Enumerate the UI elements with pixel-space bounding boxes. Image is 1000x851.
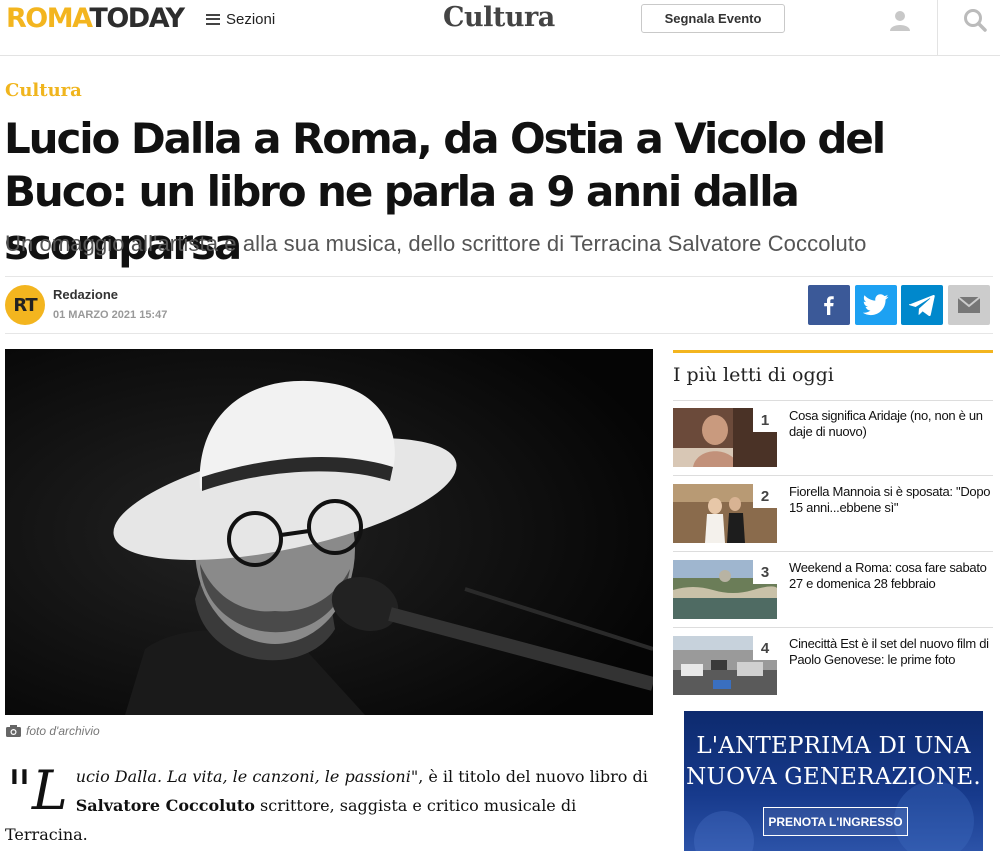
most-read-item[interactable]: 2 Fiorella Mannoia si è sposata: "Dopo 1… (673, 484, 993, 546)
ad-cta-button[interactable]: PRENOTA L'INGRESSO (763, 807, 908, 836)
divider (5, 333, 993, 334)
hamburger-icon (206, 13, 220, 25)
facebook-icon (824, 296, 834, 315)
logo-today: TODAY (89, 3, 185, 34)
image-caption: foto d'archivio (6, 724, 100, 738)
most-read-headline[interactable]: Weekend a Roma: cosa fare sabato 27 e do… (789, 560, 993, 592)
body-text-1: , è il titolo del nuovo libro di (418, 767, 648, 786)
top-navigation-bar: ROMATODAY Sezioni Cultura Segnala Evento (0, 0, 1000, 56)
twitter-icon (863, 294, 889, 316)
drop-cap: "L (7, 759, 68, 822)
most-read-headline[interactable]: Fiorella Mannoia si è sposata: "Dopo 15 … (789, 484, 993, 516)
article-subtitle: Un omaggio all'artista e alla sua musica… (5, 231, 867, 256)
rank-number: 3 (753, 560, 777, 584)
sidebar-accent-bar (673, 350, 993, 353)
most-read-headline[interactable]: Cinecittà Est è il set del nuovo film di… (789, 636, 993, 668)
most-read-item[interactable]: 4 Cinecittà Est è il set del nuovo film … (673, 636, 993, 698)
article-hero-image (5, 349, 653, 715)
most-read-title: I più letti di oggi (673, 364, 834, 386)
book-title: ucio Dalla. La vita, le canzoni, le pass… (75, 767, 419, 786)
share-facebook-button[interactable] (808, 285, 850, 325)
author-link[interactable]: Salvatore Coccoluto (76, 796, 255, 815)
most-read-item[interactable]: 3 Weekend a Roma: cosa fare sabato 27 e … (673, 560, 993, 622)
rank-number: 1 (753, 408, 777, 432)
article-body: "L ucio Dalla. La vita, le canzoni, le pa… (5, 762, 653, 849)
most-read-headline[interactable]: Cosa significa Aridaje (no, non è un daj… (789, 408, 993, 440)
rank-number: 2 (753, 484, 777, 508)
share-twitter-button[interactable] (855, 285, 897, 325)
publish-date: 01 MARZO 2021 15:47 (53, 309, 168, 321)
divider (673, 400, 993, 401)
sections-menu-button[interactable]: Sezioni (206, 9, 275, 29)
section-title[interactable]: Cultura (443, 2, 555, 33)
divider (5, 276, 993, 277)
share-email-button[interactable] (948, 285, 990, 325)
user-icon[interactable] (888, 8, 912, 32)
email-icon (957, 296, 981, 313)
divider (673, 475, 993, 476)
ad-headline-line-1: L'ANTEPRIMA DI UNA (696, 733, 971, 759)
site-logo[interactable]: ROMATODAY (6, 3, 185, 34)
advertisement-banner[interactable]: L'ANTEPRIMA DI UNA NUOVA GENERAZIONE. PR… (684, 711, 983, 851)
article-category[interactable]: Cultura (5, 80, 82, 101)
author-avatar: RT (5, 285, 45, 325)
image-caption-text: foto d'archivio (26, 724, 100, 738)
ad-headline-line-2: NUOVA GENERAZIONE. (686, 764, 981, 790)
telegram-icon (909, 294, 935, 316)
header-divider (937, 0, 938, 56)
search-icon[interactable] (962, 7, 988, 33)
camera-icon (6, 725, 21, 737)
share-telegram-button[interactable] (901, 285, 943, 325)
singer-photo (5, 349, 653, 715)
most-read-item[interactable]: 1 Cosa significa Aridaje (no, non è un d… (673, 408, 993, 470)
logo-roma: ROMA (6, 3, 91, 34)
ad-headline: L'ANTEPRIMA DI UNA NUOVA GENERAZIONE. (684, 731, 983, 793)
divider (673, 627, 993, 628)
author-name[interactable]: Redazione (53, 287, 118, 302)
rank-number: 4 (753, 636, 777, 660)
report-event-button[interactable]: Segnala Evento (641, 4, 785, 33)
divider (673, 551, 993, 552)
sections-menu-label: Sezioni (226, 10, 276, 28)
